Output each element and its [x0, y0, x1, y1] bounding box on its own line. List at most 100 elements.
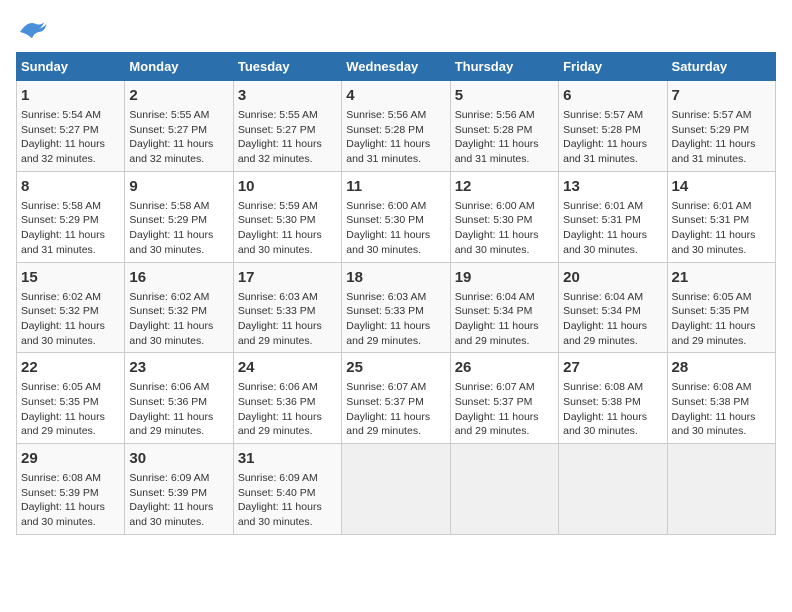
calendar-day-cell: 15Sunrise: 6:02 AMSunset: 5:32 PMDayligh… — [17, 262, 125, 353]
calendar-day-cell: 25Sunrise: 6:07 AMSunset: 5:37 PMDayligh… — [342, 353, 450, 444]
day-number: 26 — [455, 357, 554, 378]
day-number: 16 — [129, 267, 228, 288]
calendar-day-cell: 6Sunrise: 5:57 AMSunset: 5:28 PMDaylight… — [559, 81, 667, 172]
day-info: Sunrise: 5:54 AMSunset: 5:27 PMDaylight:… — [21, 108, 120, 167]
day-number: 25 — [346, 357, 445, 378]
calendar-week-row: 8Sunrise: 5:58 AMSunset: 5:29 PMDaylight… — [17, 171, 776, 262]
day-info: Sunrise: 6:08 AMSunset: 5:39 PMDaylight:… — [21, 471, 120, 530]
calendar-day-cell: 5Sunrise: 5:56 AMSunset: 5:28 PMDaylight… — [450, 81, 558, 172]
day-number: 20 — [563, 267, 662, 288]
day-info: Sunrise: 5:56 AMSunset: 5:28 PMDaylight:… — [455, 108, 554, 167]
day-number: 22 — [21, 357, 120, 378]
calendar-day-cell: 1Sunrise: 5:54 AMSunset: 5:27 PMDaylight… — [17, 81, 125, 172]
calendar-day-cell: 22Sunrise: 6:05 AMSunset: 5:35 PMDayligh… — [17, 353, 125, 444]
calendar-day-cell: 27Sunrise: 6:08 AMSunset: 5:38 PMDayligh… — [559, 353, 667, 444]
header-day-friday: Friday — [559, 53, 667, 81]
day-info: Sunrise: 5:57 AMSunset: 5:28 PMDaylight:… — [563, 108, 662, 167]
day-info: Sunrise: 6:09 AMSunset: 5:39 PMDaylight:… — [129, 471, 228, 530]
day-info: Sunrise: 6:06 AMSunset: 5:36 PMDaylight:… — [129, 380, 228, 439]
day-number: 21 — [672, 267, 771, 288]
day-number: 12 — [455, 176, 554, 197]
day-number: 18 — [346, 267, 445, 288]
day-info: Sunrise: 6:08 AMSunset: 5:38 PMDaylight:… — [672, 380, 771, 439]
calendar-day-cell — [559, 444, 667, 535]
day-info: Sunrise: 5:59 AMSunset: 5:30 PMDaylight:… — [238, 199, 337, 258]
day-number: 17 — [238, 267, 337, 288]
calendar-day-cell — [342, 444, 450, 535]
day-number: 6 — [563, 85, 662, 106]
page-header — [16, 16, 776, 44]
day-number: 1 — [21, 85, 120, 106]
calendar-day-cell: 16Sunrise: 6:02 AMSunset: 5:32 PMDayligh… — [125, 262, 233, 353]
header-day-saturday: Saturday — [667, 53, 775, 81]
day-info: Sunrise: 6:08 AMSunset: 5:38 PMDaylight:… — [563, 380, 662, 439]
day-number: 29 — [21, 448, 120, 469]
day-info: Sunrise: 6:05 AMSunset: 5:35 PMDaylight:… — [672, 290, 771, 349]
day-number: 14 — [672, 176, 771, 197]
calendar-day-cell: 3Sunrise: 5:55 AMSunset: 5:27 PMDaylight… — [233, 81, 341, 172]
calendar-day-cell: 2Sunrise: 5:55 AMSunset: 5:27 PMDaylight… — [125, 81, 233, 172]
calendar-week-row: 29Sunrise: 6:08 AMSunset: 5:39 PMDayligh… — [17, 444, 776, 535]
day-info: Sunrise: 5:57 AMSunset: 5:29 PMDaylight:… — [672, 108, 771, 167]
day-info: Sunrise: 5:55 AMSunset: 5:27 PMDaylight:… — [238, 108, 337, 167]
calendar-day-cell: 21Sunrise: 6:05 AMSunset: 5:35 PMDayligh… — [667, 262, 775, 353]
calendar-day-cell: 26Sunrise: 6:07 AMSunset: 5:37 PMDayligh… — [450, 353, 558, 444]
day-number: 27 — [563, 357, 662, 378]
calendar-day-cell: 18Sunrise: 6:03 AMSunset: 5:33 PMDayligh… — [342, 262, 450, 353]
calendar-day-cell: 30Sunrise: 6:09 AMSunset: 5:39 PMDayligh… — [125, 444, 233, 535]
calendar-day-cell: 14Sunrise: 6:01 AMSunset: 5:31 PMDayligh… — [667, 171, 775, 262]
day-number: 24 — [238, 357, 337, 378]
calendar-week-row: 22Sunrise: 6:05 AMSunset: 5:35 PMDayligh… — [17, 353, 776, 444]
day-number: 4 — [346, 85, 445, 106]
day-number: 5 — [455, 85, 554, 106]
calendar-day-cell: 20Sunrise: 6:04 AMSunset: 5:34 PMDayligh… — [559, 262, 667, 353]
day-number: 9 — [129, 176, 228, 197]
calendar-table: SundayMondayTuesdayWednesdayThursdayFrid… — [16, 52, 776, 535]
day-info: Sunrise: 6:04 AMSunset: 5:34 PMDaylight:… — [563, 290, 662, 349]
header-day-monday: Monday — [125, 53, 233, 81]
calendar-week-row: 1Sunrise: 5:54 AMSunset: 5:27 PMDaylight… — [17, 81, 776, 172]
calendar-day-cell — [667, 444, 775, 535]
day-number: 11 — [346, 176, 445, 197]
calendar-day-cell: 23Sunrise: 6:06 AMSunset: 5:36 PMDayligh… — [125, 353, 233, 444]
header-day-wednesday: Wednesday — [342, 53, 450, 81]
calendar-day-cell — [450, 444, 558, 535]
header-day-tuesday: Tuesday — [233, 53, 341, 81]
header-row: SundayMondayTuesdayWednesdayThursdayFrid… — [17, 53, 776, 81]
day-info: Sunrise: 6:00 AMSunset: 5:30 PMDaylight:… — [346, 199, 445, 258]
calendar-day-cell: 28Sunrise: 6:08 AMSunset: 5:38 PMDayligh… — [667, 353, 775, 444]
day-number: 15 — [21, 267, 120, 288]
day-info: Sunrise: 6:02 AMSunset: 5:32 PMDaylight:… — [21, 290, 120, 349]
calendar-day-cell: 29Sunrise: 6:08 AMSunset: 5:39 PMDayligh… — [17, 444, 125, 535]
day-number: 8 — [21, 176, 120, 197]
header-day-sunday: Sunday — [17, 53, 125, 81]
day-number: 23 — [129, 357, 228, 378]
day-info: Sunrise: 6:03 AMSunset: 5:33 PMDaylight:… — [346, 290, 445, 349]
day-info: Sunrise: 5:58 AMSunset: 5:29 PMDaylight:… — [21, 199, 120, 258]
day-number: 28 — [672, 357, 771, 378]
logo — [16, 16, 52, 44]
calendar-day-cell: 10Sunrise: 5:59 AMSunset: 5:30 PMDayligh… — [233, 171, 341, 262]
calendar-day-cell: 8Sunrise: 5:58 AMSunset: 5:29 PMDaylight… — [17, 171, 125, 262]
day-info: Sunrise: 6:07 AMSunset: 5:37 PMDaylight:… — [346, 380, 445, 439]
day-number: 19 — [455, 267, 554, 288]
calendar-day-cell: 7Sunrise: 5:57 AMSunset: 5:29 PMDaylight… — [667, 81, 775, 172]
day-number: 13 — [563, 176, 662, 197]
day-info: Sunrise: 6:02 AMSunset: 5:32 PMDaylight:… — [129, 290, 228, 349]
day-info: Sunrise: 5:55 AMSunset: 5:27 PMDaylight:… — [129, 108, 228, 167]
logo-icon — [16, 16, 48, 44]
day-number: 7 — [672, 85, 771, 106]
calendar-day-cell: 11Sunrise: 6:00 AMSunset: 5:30 PMDayligh… — [342, 171, 450, 262]
calendar-week-row: 15Sunrise: 6:02 AMSunset: 5:32 PMDayligh… — [17, 262, 776, 353]
day-info: Sunrise: 6:00 AMSunset: 5:30 PMDaylight:… — [455, 199, 554, 258]
day-info: Sunrise: 6:06 AMSunset: 5:36 PMDaylight:… — [238, 380, 337, 439]
day-info: Sunrise: 6:09 AMSunset: 5:40 PMDaylight:… — [238, 471, 337, 530]
day-info: Sunrise: 5:56 AMSunset: 5:28 PMDaylight:… — [346, 108, 445, 167]
day-number: 2 — [129, 85, 228, 106]
calendar-day-cell: 19Sunrise: 6:04 AMSunset: 5:34 PMDayligh… — [450, 262, 558, 353]
calendar-day-cell: 17Sunrise: 6:03 AMSunset: 5:33 PMDayligh… — [233, 262, 341, 353]
day-info: Sunrise: 6:04 AMSunset: 5:34 PMDaylight:… — [455, 290, 554, 349]
day-number: 3 — [238, 85, 337, 106]
day-number: 31 — [238, 448, 337, 469]
header-day-thursday: Thursday — [450, 53, 558, 81]
